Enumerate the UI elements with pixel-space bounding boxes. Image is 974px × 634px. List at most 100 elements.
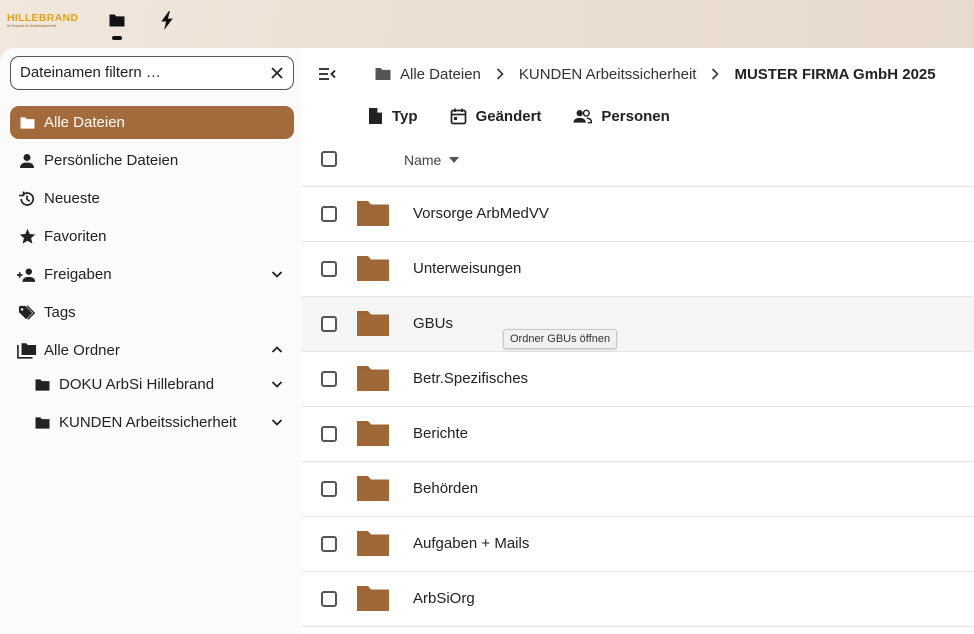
row-checkbox[interactable]	[321, 481, 337, 497]
folder-icon	[32, 413, 52, 433]
sidebar-item-shares[interactable]: Freigaben	[10, 258, 294, 291]
share-person-icon	[17, 265, 37, 285]
table-row[interactable]: Aufgaben + Mails	[302, 517, 974, 572]
logo-subtext: Ihr Experte für Arbeitssicherheit	[7, 24, 56, 28]
sidebar-item-label: Neueste	[44, 190, 100, 207]
file-name[interactable]: Behörden	[413, 480, 478, 497]
filter-label: Typ	[392, 107, 418, 125]
app-activity-button[interactable]	[156, 11, 178, 35]
file-name[interactable]: Berichte	[413, 425, 468, 442]
file-name[interactable]: GBUs	[413, 315, 453, 332]
row-checkbox[interactable]	[321, 536, 337, 552]
sidebar-item-label: Alle Ordner	[44, 342, 120, 359]
row-checkbox[interactable]	[321, 206, 337, 222]
caret-down-icon	[449, 157, 460, 163]
filter-modified-button[interactable]: Geändert	[450, 107, 542, 125]
sidebar-item-label: KUNDEN Arbeitssicherheit	[59, 414, 237, 431]
select-all-checkbox[interactable]	[321, 151, 337, 167]
people-icon	[573, 109, 593, 123]
folder-icon[interactable]	[356, 308, 390, 338]
filter-people-button[interactable]: Personen	[573, 107, 670, 125]
folder-icon[interactable]	[356, 198, 390, 228]
sidebar-item-label: Tags	[44, 304, 76, 321]
breadcrumb-item-current[interactable]: MUSTER FIRMA GmbH 2025	[734, 66, 935, 83]
file-icon	[369, 108, 382, 124]
sidebar-item-personal-files[interactable]: Persönliche Dateien	[10, 144, 294, 177]
file-name[interactable]: Unterweisungen	[413, 260, 521, 277]
star-icon	[17, 227, 37, 247]
calendar-icon	[450, 108, 466, 124]
filter-label: Geändert	[475, 107, 542, 125]
sidebar-item-tags[interactable]: Tags	[10, 296, 294, 329]
logo[interactable]: HILLEBRAND Ihr Experte für Arbeitssicher…	[7, 12, 79, 33]
close-icon[interactable]	[269, 65, 285, 81]
row-checkbox[interactable]	[321, 426, 337, 442]
row-checkbox[interactable]	[321, 371, 337, 387]
sort-by-name-button[interactable]: Name	[404, 152, 460, 168]
sidebar-item-label: Freigaben	[44, 266, 112, 283]
active-app-indicator	[112, 36, 122, 40]
tooltip: Ordner GBUs öffnen	[503, 329, 618, 349]
table-row[interactable]: Berichte	[302, 407, 974, 462]
file-name[interactable]: Betr.Spezifisches	[413, 370, 528, 387]
top-header: HILLEBRAND Ihr Experte für Arbeitssicher…	[0, 0, 974, 48]
sidebar-item-label: Alle Dateien	[44, 114, 125, 131]
table-row[interactable]: GBUs	[302, 297, 974, 352]
chevron-down-icon[interactable]	[269, 376, 285, 392]
file-name[interactable]: Aufgaben + Mails	[413, 535, 529, 552]
folder-icon	[108, 13, 126, 33]
folder-multiple-icon	[17, 341, 37, 361]
folder-icon	[17, 113, 37, 133]
lightning-icon	[160, 11, 174, 35]
sidebar-item-label: Persönliche Dateien	[44, 152, 179, 169]
sidebar-item-all-files[interactable]: Alle Dateien	[10, 106, 294, 139]
sidebar-item-recent[interactable]: Neueste	[10, 182, 294, 215]
chevron-right-icon	[710, 67, 720, 81]
column-header-name: Name	[404, 152, 442, 168]
sidebar-item-label: DOKU ArbSi Hillebrand	[59, 376, 215, 393]
folder-icon	[32, 375, 52, 395]
sidebar-item-doku-arbsi[interactable]: DOKU ArbSi Hillebrand	[10, 368, 294, 401]
folder-icon[interactable]	[356, 363, 390, 393]
folder-icon[interactable]	[356, 528, 390, 558]
table-row[interactable]: Unterweisungen	[302, 242, 974, 297]
app-files-button[interactable]	[106, 12, 128, 34]
row-checkbox[interactable]	[321, 316, 337, 332]
folder-icon[interactable]	[356, 253, 390, 283]
file-name[interactable]: ArbSiOrg	[413, 590, 475, 607]
chevron-down-icon[interactable]	[269, 414, 285, 430]
filter-input[interactable]	[20, 64, 260, 81]
breadcrumb-item-kunden[interactable]: KUNDEN Arbeitssicherheit	[519, 66, 697, 83]
history-icon	[17, 189, 37, 209]
filter-label: Personen	[601, 107, 670, 125]
filter-type-button[interactable]: Typ	[368, 107, 418, 125]
sidebar-item-label: Favoriten	[44, 228, 107, 245]
person-icon	[17, 151, 37, 171]
row-checkbox[interactable]	[321, 261, 337, 277]
folder-icon[interactable]	[356, 583, 390, 613]
table-row[interactable]: Behörden	[302, 462, 974, 517]
tags-icon	[17, 303, 37, 323]
table-header: Name	[302, 138, 974, 187]
filter-bar: Typ Geändert Personen	[368, 104, 702, 128]
table-row[interactable]: Betr.Spezifisches	[302, 352, 974, 407]
row-checkbox[interactable]	[321, 591, 337, 607]
toggle-navigation-icon[interactable]	[316, 63, 338, 85]
filter-field[interactable]	[10, 56, 294, 90]
file-name[interactable]: Vorsorge ArbMedVV	[413, 205, 549, 222]
table-row[interactable]: Vorsorge ArbMedVV	[302, 187, 974, 242]
chevron-down-icon[interactable]	[269, 266, 285, 282]
chevron-up-icon[interactable]	[269, 342, 285, 358]
logo-text: HILLEBRAND	[7, 12, 79, 24]
folder-icon[interactable]	[356, 418, 390, 448]
folder-icon	[375, 68, 391, 80]
breadcrumb: Alle Dateien KUNDEN Arbeitssicherheit MU…	[374, 62, 936, 86]
sidebar-item-kunden-arbsi[interactable]: KUNDEN Arbeitssicherheit	[10, 406, 294, 439]
folder-icon[interactable]	[356, 473, 390, 503]
sidebar: Alle Dateien Persönliche Dateien Neueste…	[0, 48, 302, 634]
sidebar-item-all-folders[interactable]: Alle Ordner	[10, 334, 294, 367]
table-row[interactable]: ArbSiOrg	[302, 572, 974, 627]
chevron-right-icon	[495, 67, 505, 81]
sidebar-item-favorites[interactable]: Favoriten	[10, 220, 294, 253]
breadcrumb-item-all-files[interactable]: Alle Dateien	[400, 66, 481, 83]
